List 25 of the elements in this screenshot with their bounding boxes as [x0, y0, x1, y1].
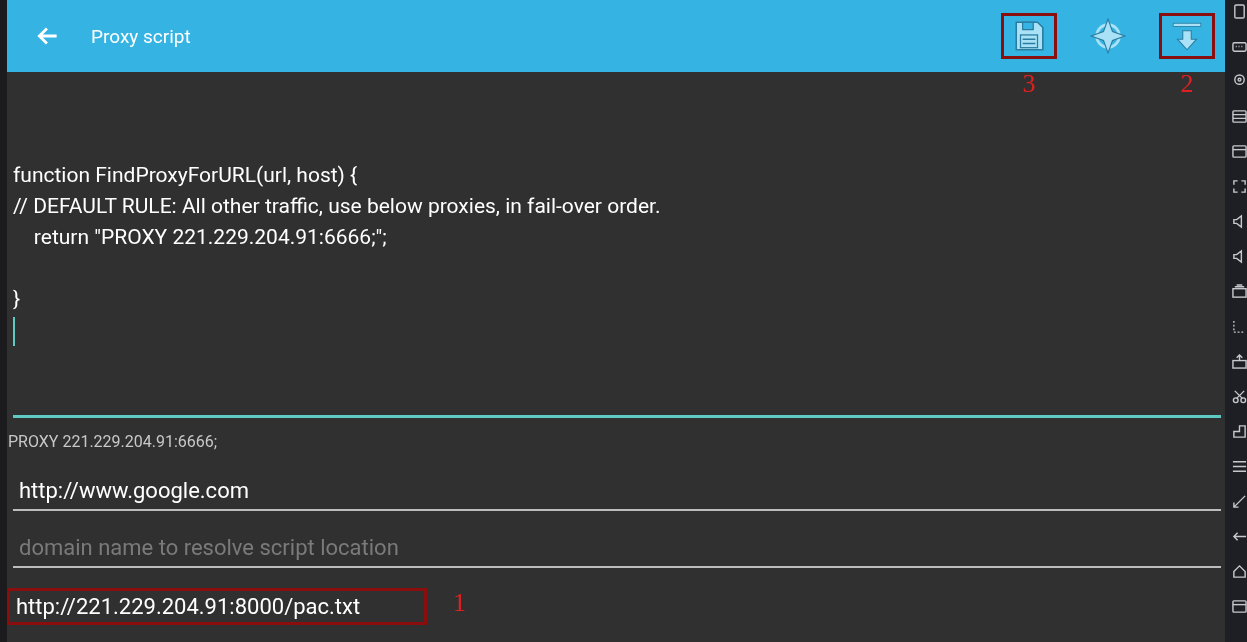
resize-icon[interactable]: [1232, 494, 1247, 509]
callout-number: 3: [1022, 69, 1036, 99]
callout-number: 1: [453, 588, 466, 618]
input-field[interactable]: domain name to resolve script location: [13, 531, 1221, 568]
expand-icon[interactable]: [1232, 179, 1247, 194]
result-text: PROXY 221.229.204.91:6666;: [8, 432, 219, 453]
menu-icon[interactable]: [1232, 459, 1247, 474]
input-field[interactable]: http://221.229.204.91:8000/pac.txt: [7, 588, 427, 625]
save-button[interactable]: [1001, 13, 1057, 59]
screen-title: Proxy script: [91, 24, 191, 48]
window-icon[interactable]: [1232, 144, 1247, 159]
stack-icon[interactable]: [1232, 284, 1247, 299]
input-field[interactable]: http://www.google.com: [13, 474, 1221, 511]
keyboard-icon[interactable]: [1232, 39, 1247, 54]
upload-icon[interactable]: [1232, 354, 1247, 369]
blocks-icon[interactable]: [1232, 424, 1247, 439]
home-icon[interactable]: [1232, 564, 1247, 579]
tablet-icon[interactable]: [1232, 4, 1247, 19]
text-cursor: [13, 317, 15, 346]
callout-number: 2: [1180, 69, 1194, 99]
scissors-icon[interactable]: [1232, 389, 1247, 404]
list-icon[interactable]: [1232, 109, 1247, 124]
compass-icon: [1090, 18, 1126, 54]
window-icon[interactable]: [1232, 599, 1247, 614]
download-button[interactable]: [1159, 13, 1215, 59]
